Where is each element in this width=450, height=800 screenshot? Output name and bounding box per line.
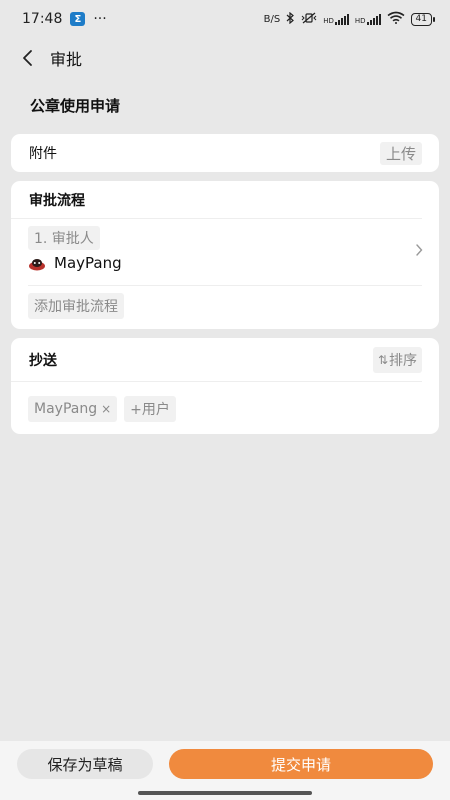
save-draft-button[interactable]: 保存为草稿	[17, 749, 153, 779]
status-bar: 17:48 Σ ··· B/S HD HD 41	[0, 0, 450, 38]
add-approval-flow-button[interactable]: 添加审批流程	[28, 293, 124, 319]
add-user-button[interactable]: +用户	[124, 396, 176, 422]
page-title: 审批	[50, 50, 83, 69]
avatar	[28, 256, 46, 271]
form-title: 公章使用申请	[30, 97, 121, 115]
back-button[interactable]	[16, 47, 38, 69]
approval-flow-title: 审批流程	[11, 181, 422, 219]
remove-user-icon[interactable]: ×	[101, 402, 111, 416]
battery-icon: 41	[410, 12, 436, 26]
submit-button[interactable]: 提交申请	[169, 749, 433, 779]
cc-title: 抄送	[29, 352, 57, 369]
home-indicator[interactable]	[138, 791, 312, 795]
sort-button[interactable]: ⇅ 排序	[372, 346, 422, 373]
cc-user-chip: MayPang ×	[28, 396, 118, 422]
vibrate-off-icon	[301, 12, 317, 27]
wifi-icon	[387, 11, 405, 27]
chevron-left-icon	[23, 50, 32, 66]
approver-name: MayPang	[54, 254, 122, 272]
approval-flow-card: 审批流程 1. 审批人 MayPang 添加审批流程	[11, 181, 439, 329]
nav-bar: 审批	[0, 38, 450, 78]
status-right: B/S HD HD 41	[263, 11, 436, 27]
cc-header: 抄送 ⇅ 排序	[11, 338, 422, 382]
status-left: 17:48 Σ ···	[22, 11, 107, 27]
attachment-label: 附件	[29, 146, 57, 162]
approval-step[interactable]: 1. 审批人 MayPang	[28, 219, 423, 286]
network-type-2: HD	[354, 16, 366, 25]
network-type-1: HD	[323, 16, 334, 25]
status-time: 17:48	[22, 11, 63, 27]
cc-user-list: MayPang × +用户	[28, 396, 176, 422]
chevron-right-icon[interactable]	[415, 244, 423, 256]
cc-card: 抄送 ⇅ 排序 MayPang × +用户	[11, 338, 439, 434]
upload-button[interactable]: 上传	[379, 141, 422, 165]
signal-2-icon: HD	[354, 13, 381, 25]
app-notification-icon: Σ	[70, 12, 86, 26]
more-notifications-icon: ···	[93, 11, 107, 27]
bluetooth-icon	[286, 11, 295, 27]
data-speed: B/S	[263, 13, 281, 25]
cc-user-name: MayPang	[34, 401, 98, 417]
attachment-card: 附件 上传	[11, 134, 439, 172]
signal-1-icon: HD	[323, 13, 349, 25]
approver: MayPang	[28, 254, 122, 272]
sort-icon: ⇅	[377, 352, 388, 367]
approval-step-label: 1. 审批人	[28, 226, 100, 250]
bottom-action-bar: 保存为草稿 提交申请	[0, 741, 450, 800]
sort-label: 排序	[389, 352, 417, 369]
